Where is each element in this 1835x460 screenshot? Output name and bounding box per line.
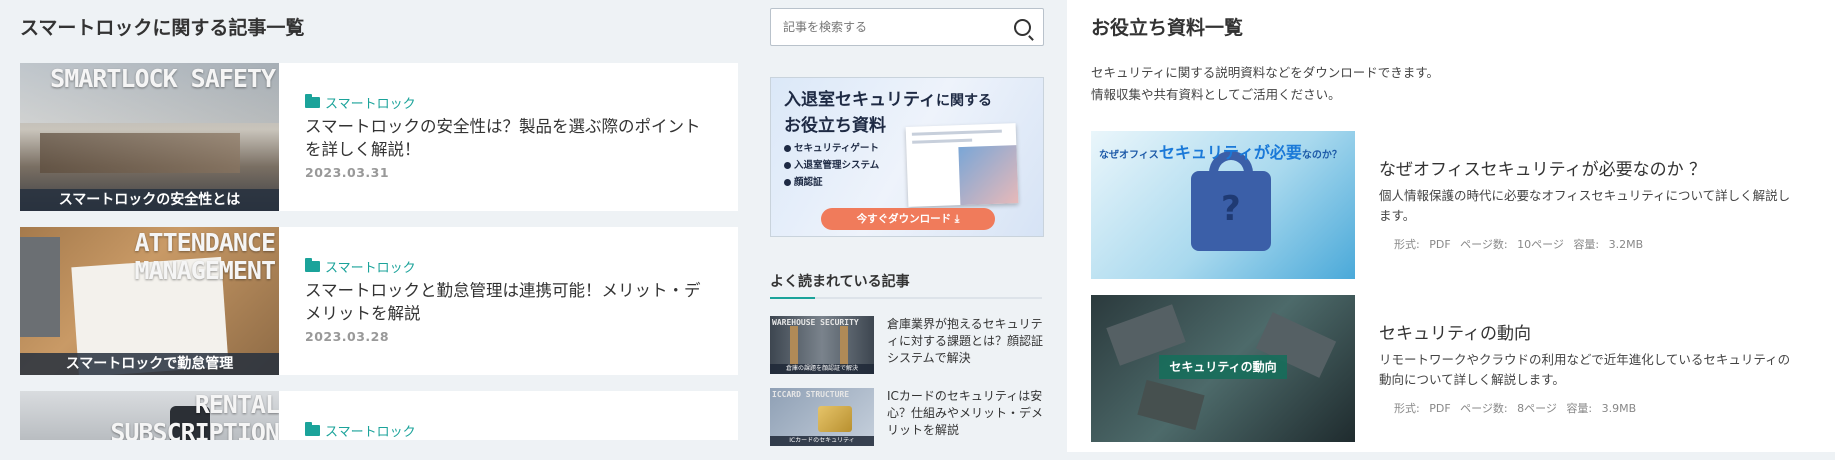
article-card[interactable]: ATTENDANCE MANAGEMENT スマートロックで勤怠管理 スマートロ… xyxy=(20,227,738,375)
popular-article-title[interactable]: ICカードのセキュリティは安心？仕組みやメリット・デメリットを解説 xyxy=(887,388,1047,439)
thumb-english-title: WAREHOUSE SECURITY xyxy=(772,318,859,327)
thumb-caption: 倉庫の課題を顔認証で解決 xyxy=(770,364,874,374)
material-meta: 形式: PDF ページ数: 10ページ 容量: 3.2MB xyxy=(1394,236,1649,252)
search-input[interactable] xyxy=(781,15,1005,39)
article-date: 2023.03.28 xyxy=(305,329,390,344)
meta-format-label: 形式: xyxy=(1394,402,1420,415)
thumb-caption: セキュリティの動向 xyxy=(1159,355,1287,379)
meta-pages-label: ページ数: xyxy=(1460,238,1508,251)
material-description: リモートワークやクラウドの利用などで近年進化しているセキュリティの動向について詳… xyxy=(1379,352,1791,387)
popular-article-title[interactable]: 倉庫業界が抱えるセキュリティに対する課題とは？顔認証システムで解決 xyxy=(887,316,1047,367)
article-category-label: スマートロック xyxy=(325,425,416,440)
materials-heading: お役立ち資料一覧 xyxy=(1091,17,1244,39)
banner-list-item: 入退室管理システム xyxy=(784,157,879,174)
thumb-caption: スマートロックの安全性とは xyxy=(20,189,279,211)
article-category-label: スマートロック xyxy=(325,261,416,276)
material-title[interactable]: なぜオフィスセキュリティが必要なのか ？ xyxy=(1379,155,1706,180)
material-meta: 形式: PDF ページ数: 8ページ 容量: 3.9MB xyxy=(1394,400,1642,416)
article-title[interactable]: スマートロックの安全性は？製品を選ぶ際のポイントを詳しく解説！ xyxy=(305,115,715,161)
banner-title-line2: お役立ち資料 xyxy=(784,116,886,136)
article-card[interactable]: RENTAL SUBSCRIPTION スマートロック xyxy=(20,391,738,440)
download-banner[interactable]: 入退室セキュリティに関する お役立ち資料 セキュリティゲート 入退室管理システム… xyxy=(770,77,1044,237)
article-title[interactable]: スマートロックと勤怠管理は連携可能！メリット・デメリットを解説 xyxy=(305,279,715,325)
article-category[interactable]: スマートロック xyxy=(305,421,416,440)
thumb-text-a: なぜオフィス xyxy=(1099,150,1159,161)
thumb-english-title: RENTAL SUBSCRIPTION xyxy=(110,391,279,440)
banner-list-item: セキュリティゲート xyxy=(784,140,879,157)
thumb-english-title: ICCARD STRUCTURE xyxy=(772,390,850,399)
banner-list-item: 顔認証 xyxy=(784,174,879,191)
popular-article-thumbnail[interactable]: WAREHOUSE SECURITY 倉庫の課題を顔認証で解決 xyxy=(770,316,874,374)
article-thumbnail[interactable]: ATTENDANCE MANAGEMENT スマートロックで勤怠管理 xyxy=(20,227,279,375)
article-category[interactable]: スマートロック xyxy=(305,257,416,276)
meta-format: PDF xyxy=(1429,402,1451,415)
search-box[interactable] xyxy=(770,8,1044,46)
thumb-caption: ICカードのセキュリティ xyxy=(770,436,874,446)
folder-icon xyxy=(305,94,320,108)
materials-description-line1: セキュリティに関する説明資料などをダウンロードできます。 xyxy=(1091,65,1440,80)
thumb-caption: スマートロックで勤怠管理 xyxy=(20,353,279,375)
material-thumbnail[interactable]: ? なぜオフィスセキュリティが必要なのか？ xyxy=(1091,131,1355,279)
download-button[interactable]: 今すぐダウンロード ⤓ xyxy=(821,208,995,230)
meta-size: 3.2MB xyxy=(1608,238,1644,251)
banner-title-line1b: に関する xyxy=(935,93,992,109)
thumb-english-title: ATTENDANCE MANAGEMENT xyxy=(134,228,276,285)
material-title[interactable]: セキュリティの動向 xyxy=(1379,319,1531,344)
meta-size-label: 容量: xyxy=(1566,402,1593,415)
materials-description-line2: 情報収集や共有資料としてご活用ください。 xyxy=(1091,87,1341,102)
meta-format: PDF xyxy=(1429,238,1451,251)
article-card[interactable]: SMARTLOCK SAFETY スマートロックの安全性とは スマートロック ス… xyxy=(20,63,738,211)
article-thumbnail[interactable]: SMARTLOCK SAFETY スマートロックの安全性とは xyxy=(20,63,279,211)
material-card[interactable]: ? なぜオフィスセキュリティが必要なのか？ なぜオフィスセキュリティが必要なのか… xyxy=(1091,131,1817,279)
banner-list: セキュリティゲート 入退室管理システム 顔認証 xyxy=(784,140,879,191)
material-thumbnail[interactable]: セキュリティの動向 xyxy=(1091,295,1355,442)
folder-icon xyxy=(305,422,320,436)
meta-pages: 10ページ xyxy=(1517,238,1564,251)
document-preview-image xyxy=(905,123,1019,207)
popular-divider xyxy=(770,297,1042,299)
popular-article[interactable]: ICCARD STRUCTURE ICカードのセキュリティ ICカードのセキュリ… xyxy=(770,388,1043,448)
materials-panel: お役立ち資料一覧 セキュリティに関する説明資料などをダウンロードできます。 情報… xyxy=(1067,0,1835,452)
article-category[interactable]: スマートロック xyxy=(305,93,416,112)
meta-size-label: 容量: xyxy=(1573,238,1600,251)
search-icon[interactable] xyxy=(1014,19,1031,36)
articles-heading: スマートロックに関する記事一覧 xyxy=(20,17,305,39)
thumb-text-c: なのか？ xyxy=(1301,150,1342,161)
folder-icon xyxy=(305,258,320,272)
sidebar: 入退室セキュリティに関する お役立ち資料 セキュリティゲート 入退室管理システム… xyxy=(770,0,1044,460)
popular-article[interactable]: WAREHOUSE SECURITY 倉庫の課題を顔認証で解決 倉庫業界が抱える… xyxy=(770,316,1043,376)
article-date: 2023.03.31 xyxy=(305,165,390,180)
material-description: 個人情報保護の時代に必要なオフィスセキュリティについて詳しく解説します。 xyxy=(1379,188,1791,223)
popular-article-thumbnail[interactable]: ICCARD STRUCTURE ICカードのセキュリティ xyxy=(770,388,874,446)
article-category-label: スマートロック xyxy=(325,97,416,112)
material-card[interactable]: セキュリティの動向 セキュリティの動向 リモートワークやクラウドの利用などで近年… xyxy=(1091,295,1817,442)
popular-heading: よく読まれている記事 xyxy=(770,274,910,290)
materials-description: セキュリティに関する説明資料などをダウンロードできます。 情報収集や共有資料とし… xyxy=(1091,62,1439,106)
thumb-text-b: セキュリティが必要 xyxy=(1158,143,1302,162)
thumb-english-title: SMARTLOCK SAFETY xyxy=(50,64,276,93)
meta-size: 3.9MB xyxy=(1601,402,1637,415)
articles-section: スマートロックに関する記事一覧 SMARTLOCK SAFETY スマートロック… xyxy=(20,0,738,460)
meta-format-label: 形式: xyxy=(1394,238,1420,251)
banner-title-line1: 入退室セキュリティ xyxy=(784,90,936,110)
meta-pages-label: ページ数: xyxy=(1460,402,1508,415)
article-thumbnail[interactable]: RENTAL SUBSCRIPTION xyxy=(20,391,279,440)
meta-pages: 8ページ xyxy=(1517,402,1557,415)
